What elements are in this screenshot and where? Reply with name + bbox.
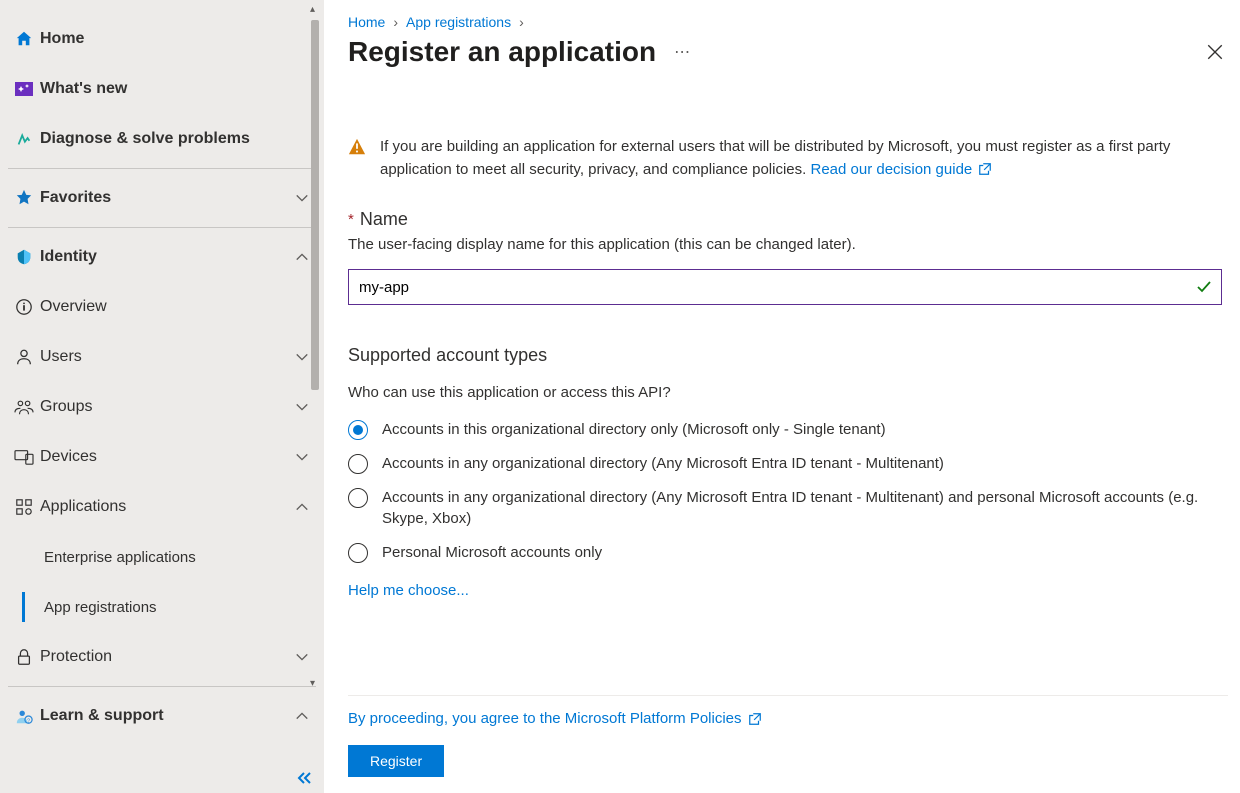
required-indicator: * <box>348 211 354 228</box>
home-icon <box>8 30 40 48</box>
account-type-option-multitenant[interactable]: Accounts in any organizational directory… <box>348 453 1222 475</box>
radio-label: Accounts in any organizational directory… <box>382 487 1222 531</box>
radio-icon <box>348 420 368 440</box>
valid-check-icon <box>1196 279 1212 295</box>
user-icon <box>8 348 40 366</box>
footer: By proceeding, you agree to the Microsof… <box>348 695 1228 793</box>
more-actions-button[interactable]: ⋯ <box>674 42 691 62</box>
radio-icon <box>348 488 368 508</box>
divider <box>8 686 316 687</box>
sidebar-item-home[interactable]: Home <box>0 14 324 64</box>
identity-icon <box>8 248 40 266</box>
decision-guide-link[interactable]: Read our decision guide <box>810 161 992 178</box>
nav-label: Enterprise applications <box>44 549 196 566</box>
nav-label: Devices <box>40 448 280 466</box>
nav-label: Identity <box>40 248 280 266</box>
nav-label: Groups <box>40 398 280 416</box>
help-me-choose-link[interactable]: Help me choose... <box>348 582 469 599</box>
sidebar-item-groups[interactable]: Groups <box>0 382 324 432</box>
info-icon <box>8 298 40 316</box>
devices-icon <box>8 448 40 466</box>
account-types-subtext: Who can use this application or access t… <box>348 384 1222 401</box>
sidebar-item-identity[interactable]: Identity <box>0 232 324 282</box>
sidebar-item-protection[interactable]: Protection <box>0 632 324 682</box>
breadcrumb-home[interactable]: Home <box>348 14 385 30</box>
radio-icon <box>348 543 368 563</box>
nav-label: Favorites <box>40 189 280 207</box>
radio-label: Accounts in any organizational directory… <box>382 453 944 475</box>
name-field-label: Name <box>360 209 408 230</box>
svg-text:?: ? <box>27 718 30 724</box>
sidebar: ▴ ▾ Home What's new Diagnose & solve pro… <box>0 0 324 793</box>
sidebar-sub-enterprise-apps[interactable]: Enterprise applications <box>0 532 324 582</box>
main-content: Home › App registrations › Register an a… <box>324 0 1240 793</box>
collapse-sidebar-button[interactable] <box>292 767 316 789</box>
nav-label: Home <box>40 30 324 48</box>
breadcrumb-sep: › <box>393 14 398 30</box>
platform-policies-link[interactable]: By proceeding, you agree to the Microsof… <box>348 710 762 727</box>
sidebar-item-favorites[interactable]: Favorites <box>0 173 324 223</box>
nav-label: Diagnose & solve problems <box>40 130 324 148</box>
breadcrumb: Home › App registrations › <box>348 14 1228 30</box>
nav-label: Users <box>40 348 280 366</box>
breadcrumb-sep: › <box>519 14 524 30</box>
account-types-heading: Supported account types <box>348 345 1222 366</box>
sidebar-item-applications[interactable]: Applications <box>0 482 324 532</box>
groups-icon <box>8 398 40 416</box>
app-name-input[interactable] <box>348 269 1222 305</box>
register-button[interactable]: Register <box>348 745 444 777</box>
account-type-option-personal-only[interactable]: Personal Microsoft accounts only <box>348 542 1222 564</box>
account-type-option-multitenant-personal[interactable]: Accounts in any organizational directory… <box>348 487 1222 531</box>
account-type-option-single-tenant[interactable]: Accounts in this organizational director… <box>348 419 1222 441</box>
diagnose-icon <box>8 130 40 148</box>
lock-icon <box>8 648 40 666</box>
nav-label: Protection <box>40 648 280 666</box>
nav-label: Applications <box>40 498 280 516</box>
nav-label: What's new <box>40 80 324 98</box>
nav-label: Overview <box>40 298 324 316</box>
radio-label: Personal Microsoft accounts only <box>382 542 602 564</box>
close-button[interactable] <box>1202 39 1228 65</box>
sidebar-item-users[interactable]: Users <box>0 332 324 382</box>
applications-icon <box>8 498 40 516</box>
name-field-help: The user-facing display name for this ap… <box>348 236 1222 253</box>
warning-icon <box>348 138 366 181</box>
sparkle-icon <box>8 80 40 98</box>
divider <box>8 168 316 169</box>
star-icon <box>8 189 40 207</box>
sidebar-item-learn-support[interactable]: ? Learn & support <box>0 691 324 741</box>
sidebar-item-diagnose[interactable]: Diagnose & solve problems <box>0 114 324 164</box>
page-title: Register an application <box>348 36 656 68</box>
sidebar-sub-app-registrations[interactable]: App registrations <box>0 582 324 632</box>
sidebar-scrollbar[interactable]: ▴ ▾ <box>308 0 324 793</box>
sidebar-item-devices[interactable]: Devices <box>0 432 324 482</box>
divider <box>8 227 316 228</box>
warning-banner: If you are building an application for e… <box>348 136 1222 181</box>
account-types-radio-group: Accounts in this organizational director… <box>348 419 1222 564</box>
support-icon: ? <box>8 707 40 725</box>
nav-label: App registrations <box>44 599 157 616</box>
breadcrumb-app-registrations[interactable]: App registrations <box>406 14 511 30</box>
nav-label: Learn & support <box>40 707 280 725</box>
radio-icon <box>348 454 368 474</box>
radio-label: Accounts in this organizational director… <box>382 419 886 441</box>
sidebar-item-whats-new[interactable]: What's new <box>0 64 324 114</box>
sidebar-item-overview[interactable]: Overview <box>0 282 324 332</box>
warning-text: If you are building an application for e… <box>380 138 1170 178</box>
